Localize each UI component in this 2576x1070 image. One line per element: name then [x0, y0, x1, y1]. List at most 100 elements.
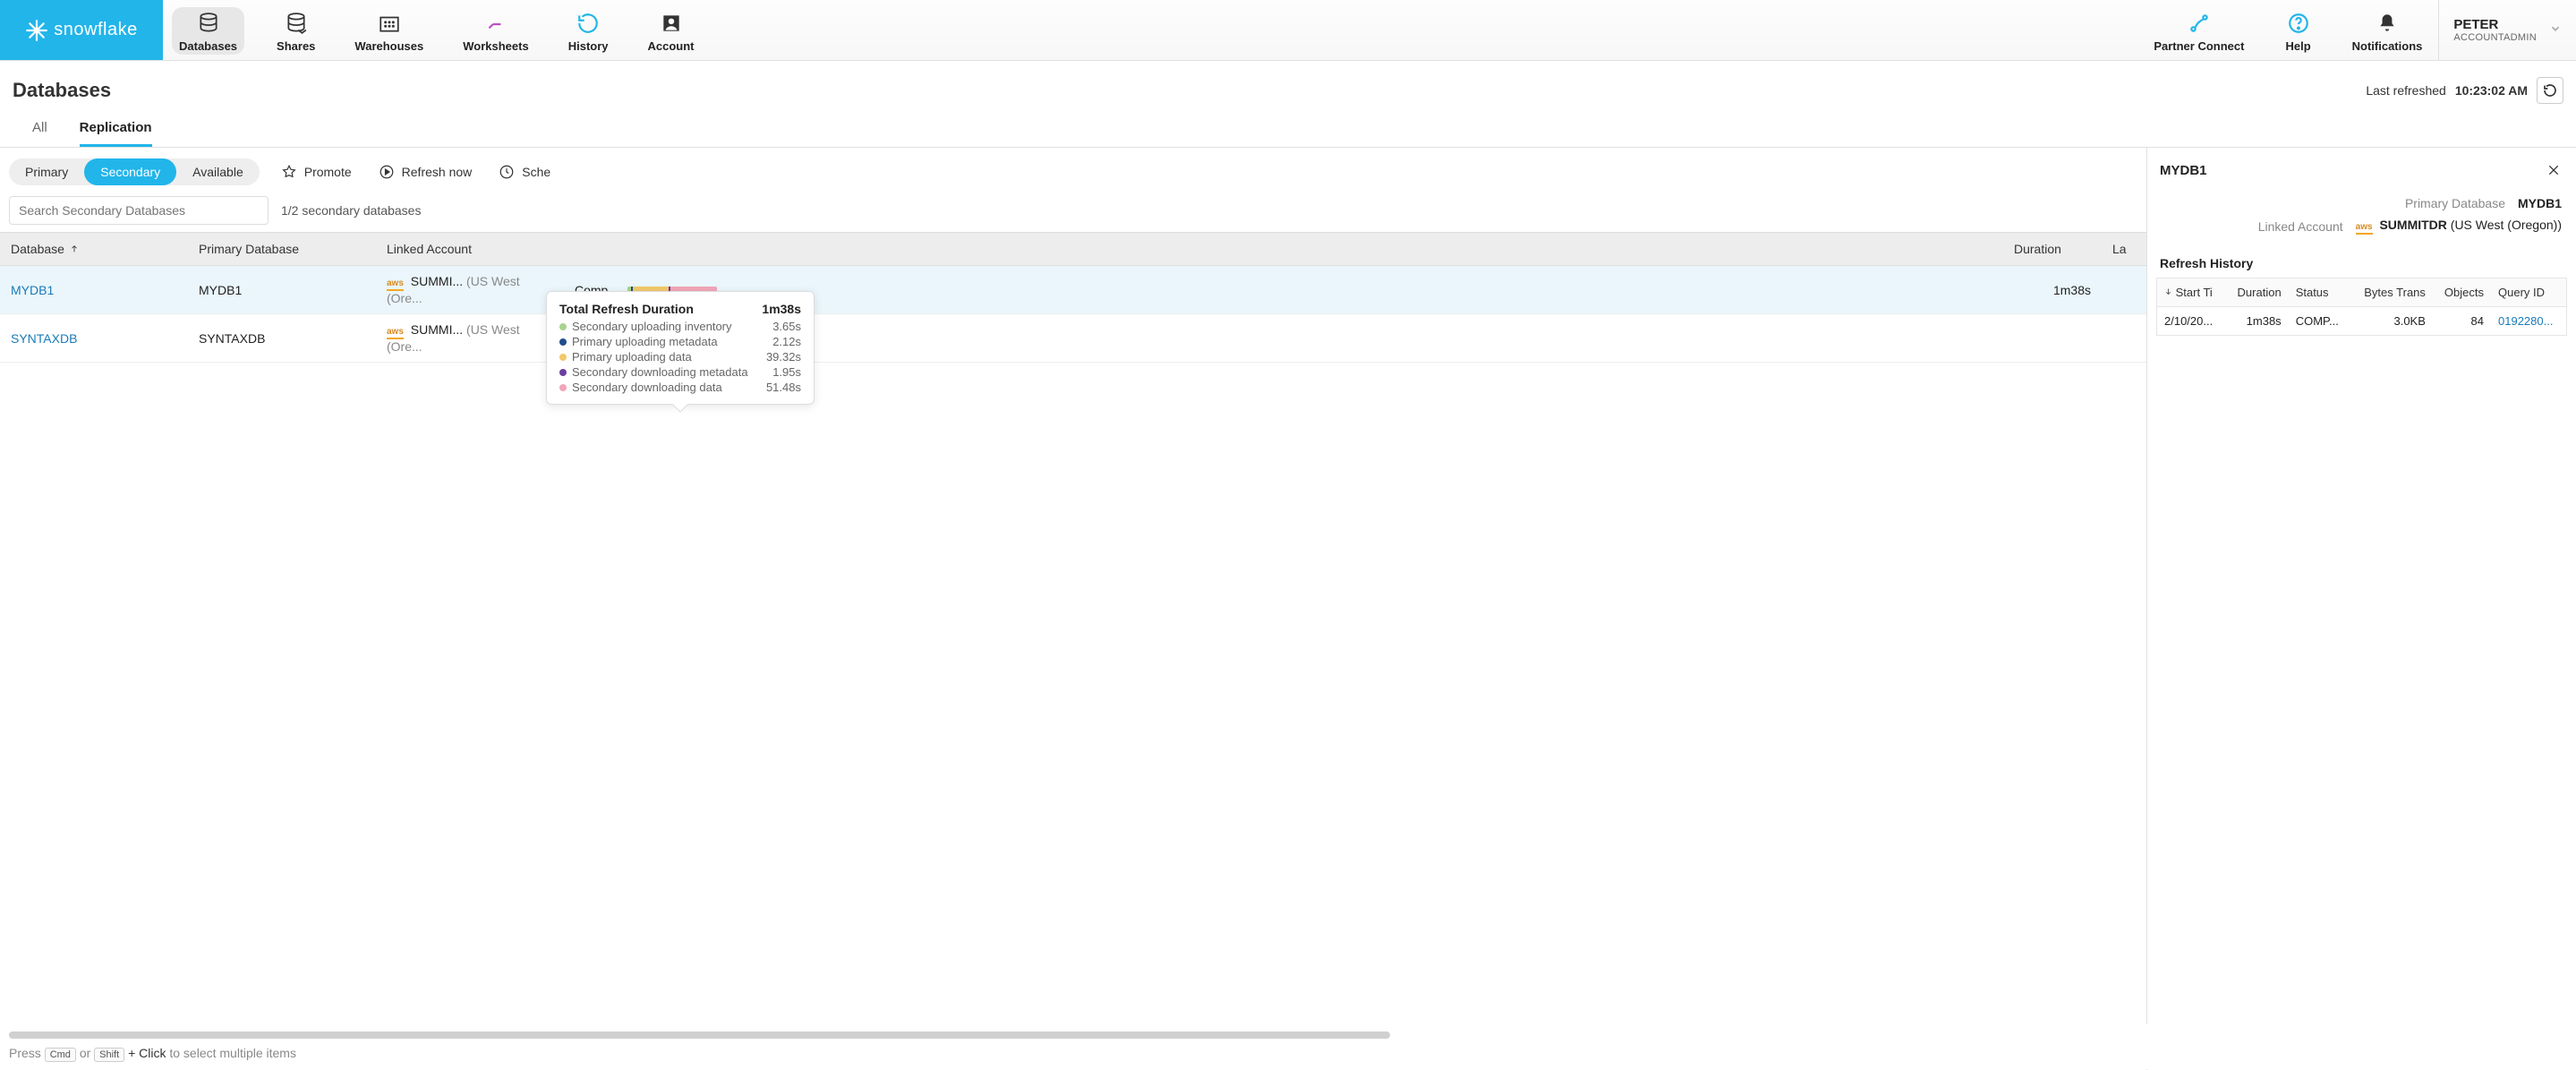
history-header-row: Start Ti Duration Status Bytes Trans Obj…	[2157, 278, 2567, 307]
partner-connect-icon	[2187, 11, 2212, 36]
action-label: Sche	[522, 165, 550, 179]
table-header-row: Database Primary Database Linked Account…	[0, 233, 2146, 266]
nav-label: Worksheets	[463, 39, 528, 53]
bell-icon	[2375, 11, 2400, 36]
history-row[interactable]: 2/10/20... 1m38s COMP... 3.0KB 84 019228…	[2157, 307, 2567, 336]
query-id-link[interactable]: 0192280...	[2498, 314, 2553, 328]
hist-col-duration[interactable]: Duration	[2225, 278, 2289, 307]
dot-icon	[559, 354, 567, 361]
col-linked-account[interactable]: Linked Account	[376, 233, 564, 266]
key-cmd: Cmd	[45, 1048, 76, 1062]
nav-shares[interactable]: Shares	[269, 7, 322, 55]
nav-label: Warehouses	[354, 39, 423, 53]
detail-title: MYDB1	[2160, 163, 2207, 178]
hist-objects: 84	[2433, 307, 2491, 336]
detail-panel: MYDB1 Primary Database MYDB1 Linked Acco…	[2146, 148, 2576, 1070]
segment-primary[interactable]: Primary	[9, 158, 84, 185]
meta-label: Linked Account	[2258, 219, 2343, 234]
detail-meta-row: Linked Account aws SUMMITDR (US West (Or…	[2156, 214, 2567, 238]
footer: Press Cmd or Shift + Click to select mul…	[0, 1024, 2576, 1069]
tab-all[interactable]: All	[32, 120, 47, 147]
hist-col-query[interactable]: Query ID	[2491, 278, 2567, 307]
main-content: Primary Secondary Available Promote Refr…	[0, 148, 2576, 1070]
user-menu[interactable]: PETER ACCOUNTADMIN	[2438, 0, 2576, 60]
warehouses-icon	[377, 11, 402, 36]
nav-worksheets[interactable]: Worksheets	[456, 7, 535, 55]
refresh-info: Last refreshed 10:23:02 AM	[2366, 77, 2563, 104]
chevron-down-icon	[2549, 22, 2562, 38]
database-icon	[196, 11, 221, 36]
nav-help[interactable]: Help	[2278, 7, 2317, 55]
nav-warehouses[interactable]: Warehouses	[347, 7, 431, 55]
brand-logo[interactable]: snowflake	[0, 0, 163, 60]
nav-databases[interactable]: Databases	[172, 7, 244, 55]
page-title: Databases	[13, 79, 111, 102]
nav-label: Databases	[179, 39, 237, 53]
refresh-button[interactable]	[2537, 77, 2563, 104]
help-icon	[2286, 11, 2311, 36]
table-row[interactable]: SYNTAXDB SYNTAXDB aws SUMMI... (US West …	[0, 314, 2146, 363]
meta-label: Primary Database	[2405, 196, 2505, 210]
hist-col-status[interactable]: Status	[2289, 278, 2351, 307]
nav-partner-connect[interactable]: Partner Connect	[2146, 7, 2251, 55]
col-last[interactable]: La	[2102, 233, 2146, 266]
dot-icon	[559, 338, 567, 346]
col-status[interactable]	[564, 233, 2003, 266]
search-input[interactable]	[9, 196, 269, 225]
database-link[interactable]: MYDB1	[11, 283, 54, 297]
cell-duration	[2003, 314, 2102, 363]
nav-history[interactable]: History	[561, 7, 616, 55]
cell-linked-account: aws SUMMI... (US West (Ore...	[376, 314, 564, 363]
star-icon	[281, 164, 297, 180]
promote-button[interactable]: Promote	[276, 160, 357, 184]
snowflake-icon	[25, 19, 48, 42]
play-icon	[379, 164, 395, 180]
nav-label: Account	[648, 39, 695, 53]
result-count: 1/2 secondary databases	[281, 203, 421, 218]
history-icon	[576, 11, 601, 36]
nav-notifications[interactable]: Notifications	[2345, 7, 2430, 55]
col-database[interactable]: Database	[0, 233, 188, 266]
refresh-now-button[interactable]: Refresh now	[373, 160, 478, 184]
segment-secondary[interactable]: Secondary	[84, 158, 176, 185]
refresh-history-table: Start Ti Duration Status Bytes Trans Obj…	[2156, 278, 2567, 336]
tooltip-title: Total Refresh Duration	[559, 302, 694, 316]
brand-text: snowflake	[54, 20, 137, 40]
hist-col-start[interactable]: Start Ti	[2157, 278, 2226, 307]
col-duration[interactable]: Duration	[2003, 233, 2102, 266]
aws-badge: aws	[387, 328, 404, 339]
cell-linked-account: aws SUMMI... (US West (Ore...	[376, 266, 564, 314]
hist-col-bytes[interactable]: Bytes Trans	[2350, 278, 2433, 307]
page-header: Databases Last refreshed 10:23:02 AM	[0, 61, 2576, 104]
scrollbar-thumb[interactable]	[9, 1031, 1390, 1039]
nav-account[interactable]: Account	[641, 7, 702, 55]
schedule-button[interactable]: Sche	[493, 160, 556, 184]
databases-table: Database Primary Database Linked Account…	[0, 232, 2146, 363]
meta-value: MYDB1	[2518, 196, 2562, 210]
dot-icon	[559, 323, 567, 330]
clock-icon	[499, 164, 515, 180]
close-button[interactable]	[2544, 160, 2563, 180]
hist-col-objects[interactable]: Objects	[2433, 278, 2491, 307]
action-label: Promote	[304, 165, 352, 179]
horizontal-scrollbar[interactable]	[9, 1031, 1390, 1039]
nav-items: Databases Shares Warehouses Worksheets H…	[163, 0, 711, 60]
detail-meta-row: Primary Database MYDB1	[2156, 193, 2567, 214]
top-nav: snowflake Databases Shares Warehouses Wo…	[0, 0, 2576, 61]
aws-badge: aws	[387, 279, 404, 291]
database-link[interactable]: SYNTAXDB	[11, 331, 77, 346]
table-row[interactable]: MYDB1 MYDB1 aws SUMMI... (US West (Ore..…	[0, 266, 2146, 314]
user-role: ACCOUNTADMIN	[2453, 32, 2537, 43]
cell-duration: 1m38s	[2003, 266, 2102, 314]
key-shift: Shift	[94, 1048, 124, 1062]
close-icon	[2546, 163, 2561, 177]
nav-label: Notifications	[2352, 39, 2423, 53]
page-tabs: All Replication	[0, 104, 2576, 148]
segment-available[interactable]: Available	[176, 158, 260, 185]
worksheets-icon	[483, 11, 508, 36]
hist-status: COMP...	[2289, 307, 2351, 336]
last-refreshed-label: Last refreshed	[2366, 83, 2446, 98]
cell-last	[2102, 314, 2146, 363]
col-primary-database[interactable]: Primary Database	[188, 233, 376, 266]
tab-replication[interactable]: Replication	[80, 120, 152, 147]
